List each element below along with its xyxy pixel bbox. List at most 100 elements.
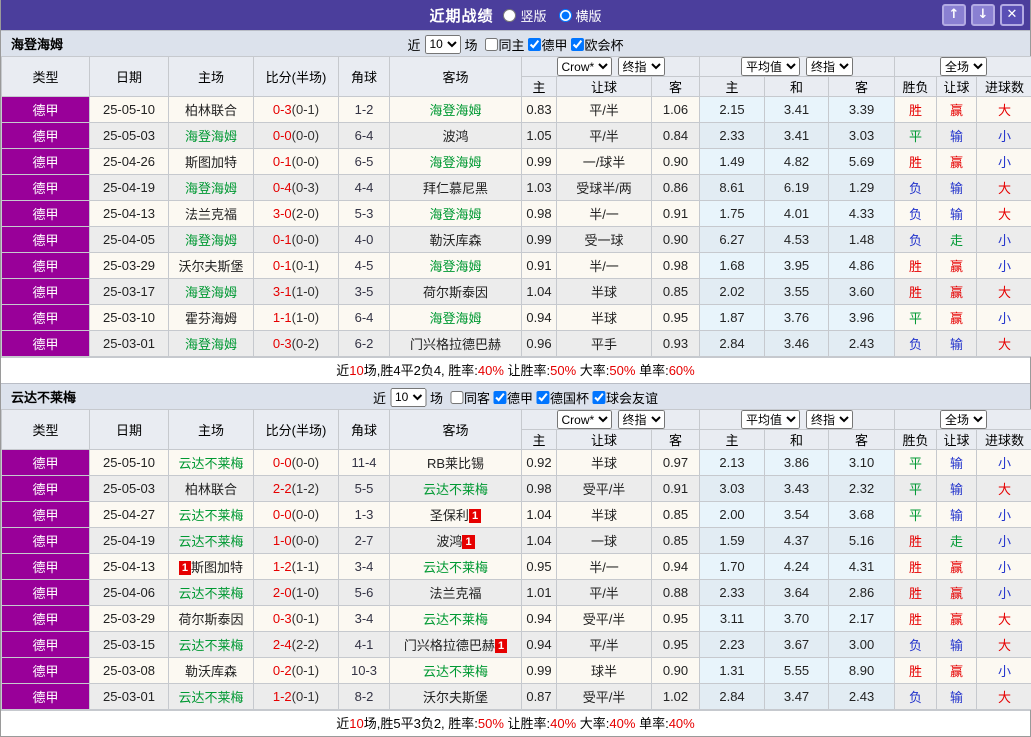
team-link[interactable]: 门兴格拉德巴赫	[410, 337, 501, 352]
move-down-button[interactable]: ↓	[971, 4, 995, 26]
average-select[interactable]: 平均值	[741, 57, 800, 76]
filter-checkbox[interactable]	[592, 391, 605, 404]
filter-同主[interactable]: 同主	[484, 35, 524, 54]
team-link[interactable]: 云达不莱梅	[178, 586, 243, 601]
cell-odds-away: 0.85	[652, 279, 700, 305]
filter-checkbox[interactable]	[571, 38, 584, 51]
cell-odds-away: 0.95	[652, 305, 700, 331]
team-link[interactable]: 海登海姆	[429, 155, 481, 170]
team-link[interactable]: 海登海姆	[429, 259, 481, 274]
final-average-select[interactable]: 终指	[806, 410, 853, 429]
view-option-radio[interactable]	[559, 9, 572, 22]
team-link[interactable]: 海登海姆	[185, 337, 237, 352]
team-link[interactable]: 海登海姆	[185, 285, 237, 300]
cell-result-outcome: 负	[895, 632, 937, 658]
team-link[interactable]: 云达不莱梅	[178, 508, 243, 523]
team-link[interactable]: 沃尔夫斯堡	[178, 259, 243, 274]
team-link[interactable]: 波鸿	[442, 129, 468, 144]
cell-home-team: 海登海姆	[169, 227, 254, 253]
team-link[interactable]: 柏林联合	[185, 482, 237, 497]
cell-score: 3-1(1-0)	[254, 279, 339, 305]
filter-checkbox[interactable]	[450, 391, 463, 404]
filter-德甲[interactable]: 德甲	[493, 388, 533, 407]
bookmaker-select[interactable]: Crow*	[557, 57, 612, 76]
games-count-select[interactable]: 10	[390, 388, 426, 407]
half-time-score: (1-1)	[292, 559, 319, 574]
scope-select[interactable]: 全场	[940, 410, 987, 429]
final-average-select[interactable]: 终指	[806, 57, 853, 76]
team-link[interactable]: 拜仁慕尼黑	[423, 181, 488, 196]
cell-avg-draw: 3.41	[765, 123, 829, 149]
team-link[interactable]: 海登海姆	[185, 129, 237, 144]
team-link[interactable]: 圣保利	[430, 508, 469, 523]
view-option-1[interactable]: 横版	[559, 6, 602, 25]
team-link[interactable]: 门兴格拉德巴赫	[404, 638, 495, 653]
cell-corners: 10-3	[339, 658, 390, 684]
cell-away-team: 波鸿1	[390, 528, 522, 554]
filter-checkbox[interactable]	[484, 38, 497, 51]
games-count-select[interactable]: 10	[424, 35, 460, 54]
cell-avg-draw: 3.46	[765, 331, 829, 357]
filter-欧会杯[interactable]: 欧会杯	[571, 35, 624, 54]
team-link[interactable]: 海登海姆	[185, 233, 237, 248]
team-link[interactable]: 云达不莱梅	[423, 612, 488, 627]
team-link[interactable]: 海登海姆	[185, 181, 237, 196]
average-select[interactable]: 平均值	[741, 410, 800, 429]
team-link[interactable]: 云达不莱梅	[423, 560, 488, 575]
cell-score: 0-0(0-0)	[254, 123, 339, 149]
team-link[interactable]: 云达不莱梅	[178, 690, 243, 705]
team-link[interactable]: 云达不莱梅	[178, 534, 243, 549]
team-link[interactable]: 斯图加特	[191, 560, 243, 575]
cell-avg-away: 2.17	[829, 606, 895, 632]
team-link[interactable]: 云达不莱梅	[423, 664, 488, 679]
close-button[interactable]: ✕	[1000, 4, 1024, 26]
team-link[interactable]: 云达不莱梅	[178, 638, 243, 653]
half-time-score: (0-1)	[292, 611, 319, 626]
team-link[interactable]: 海登海姆	[429, 207, 481, 222]
cell-date: 25-04-27	[90, 502, 169, 528]
view-option-radio[interactable]	[503, 9, 516, 22]
filter-德国杯[interactable]: 德国杯	[536, 388, 589, 407]
filter-同客[interactable]: 同客	[450, 388, 490, 407]
view-option-0[interactable]: 竖版	[503, 6, 546, 25]
filter-checkbox[interactable]	[493, 391, 506, 404]
team-link[interactable]: RB莱比锡	[427, 456, 484, 471]
cell-odds-away: 0.88	[652, 580, 700, 606]
team-link[interactable]: 海登海姆	[429, 103, 481, 118]
filter-checkbox[interactable]	[536, 391, 549, 404]
team-link[interactable]: 海登海姆	[429, 311, 481, 326]
cell-avg-away: 3.10	[829, 450, 895, 476]
cell-result-handicap: 输	[937, 450, 977, 476]
team-link[interactable]: 法兰克福	[185, 207, 237, 222]
team-link[interactable]: 霍芬海姆	[185, 311, 237, 326]
half-time-score: (0-1)	[292, 689, 319, 704]
filter-球会友谊[interactable]: 球会友谊	[592, 388, 658, 407]
team-link[interactable]: 波鸿	[436, 534, 462, 549]
cell-result-goals: 小	[977, 658, 1031, 684]
team-link[interactable]: 沃尔夫斯堡	[423, 690, 488, 705]
team-link[interactable]: 柏林联合	[185, 103, 237, 118]
team-link[interactable]: 勒沃库森	[185, 664, 237, 679]
filter-checkbox[interactable]	[528, 38, 541, 51]
bookmaker-select[interactable]: Crow*	[557, 410, 612, 429]
match-row: 德甲25-04-19云达不莱梅1-0(0-0)2-7波鸿11.04一球0.851…	[2, 528, 1031, 554]
cell-score: 2-0(1-0)	[254, 580, 339, 606]
filter-德甲[interactable]: 德甲	[528, 35, 568, 54]
team-link[interactable]: 法兰克福	[429, 586, 481, 601]
team-link[interactable]: 勒沃库森	[429, 233, 481, 248]
cell-odds-home: 0.99	[522, 227, 557, 253]
team-link[interactable]: 云达不莱梅	[423, 482, 488, 497]
scope-select[interactable]: 全场	[940, 57, 987, 76]
cell-avg-home: 2.33	[700, 580, 765, 606]
team-link[interactable]: 荷尔斯泰因	[178, 612, 243, 627]
team-link[interactable]: 云达不莱梅	[178, 456, 243, 471]
scope-group-header: 全场	[895, 57, 1031, 77]
team-link[interactable]: 荷尔斯泰因	[423, 285, 488, 300]
cell-date: 25-04-19	[90, 175, 169, 201]
team-link[interactable]: 斯图加特	[185, 155, 237, 170]
final-odds-select[interactable]: 终指	[618, 57, 665, 76]
move-up-button[interactable]: ↑	[942, 4, 966, 26]
cell-corners: 4-0	[339, 227, 390, 253]
cell-result-handicap: 输	[937, 476, 977, 502]
final-odds-select[interactable]: 终指	[618, 410, 665, 429]
